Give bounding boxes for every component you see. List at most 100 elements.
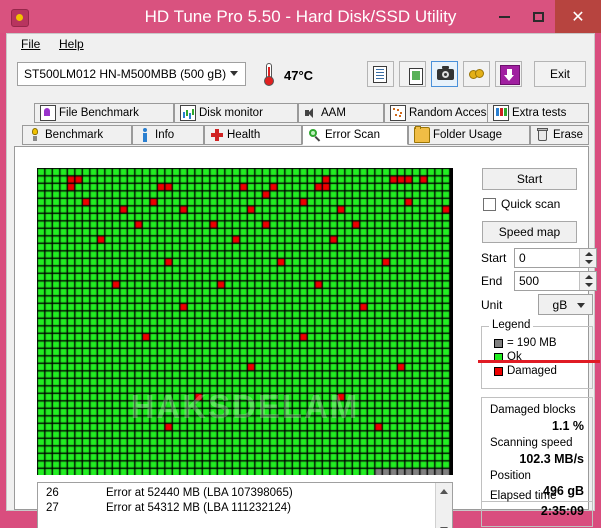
start-button[interactable]: Start (482, 168, 577, 190)
checkbox-icon (483, 197, 496, 211)
hd-tune-window: HD Tune Pro 5.50 - Hard Disk/SSD Utility… (0, 0, 601, 528)
tab-benchmark-label: Benchmark (45, 129, 104, 141)
tab-disk-monitor[interactable]: Disk monitor (174, 103, 298, 123)
error-index: 27 (46, 502, 59, 514)
info-icon (138, 128, 152, 142)
legend-blocksize-label: = 190 MB (507, 337, 557, 349)
tab-aam[interactable]: AAM (298, 103, 384, 123)
scanning-speed-value: 102.3 MB/s (519, 452, 584, 466)
folder-icon (414, 126, 430, 143)
exit-button[interactable]: Exit (534, 61, 586, 87)
scroll-up-icon[interactable] (436, 483, 452, 499)
tab-folder-usage[interactable]: Folder Usage (408, 125, 530, 145)
start-field-row: Start 0 (481, 248, 597, 268)
menu-file[interactable]: File (17, 37, 44, 52)
error-log-list[interactable]: 26 Error at 52440 MB (LBA 107398065) 27 … (37, 482, 453, 528)
tab-aam-label: AAM (321, 107, 346, 119)
minimize-button[interactable] (487, 0, 521, 33)
menu-help[interactable]: Help (55, 37, 88, 52)
quick-scan-label: Quick scan (501, 197, 561, 211)
unit-select[interactable]: gB (537, 294, 593, 315)
scanning-speed-label: Scanning speed (490, 437, 573, 449)
magnifier-icon (308, 128, 322, 142)
tab-benchmark[interactable]: Benchmark (22, 125, 132, 145)
toolbar: ST500LM012 HN-M500MBB (500 gB) 47°C Exit (7, 55, 594, 98)
tab-error-scan[interactable]: Error Scan (302, 125, 408, 145)
start-field-label: Start (481, 251, 507, 265)
health-cross-icon (210, 128, 224, 142)
legend-damaged-label: Damaged (507, 365, 557, 377)
table-row[interactable]: 26 Error at 52440 MB (LBA 107398065) (38, 487, 452, 502)
damaged-blocks-label: Damaged blocks (490, 404, 576, 416)
position-label: Position (490, 470, 531, 482)
tab-file-benchmark-label: File Benchmark (59, 107, 139, 119)
download-arrow-icon (500, 65, 520, 85)
error-log-scrollbar[interactable] (435, 483, 452, 528)
coins-icon (469, 69, 485, 80)
copy-text-button[interactable] (367, 61, 394, 87)
title-bar: HD Tune Pro 5.50 - Hard Disk/SSD Utility… (0, 0, 601, 33)
tab-info[interactable]: Info (132, 125, 204, 145)
red-swatch-icon (494, 366, 503, 376)
speed-map-button[interactable]: Speed map (482, 221, 577, 243)
end-field-label: End (481, 274, 503, 288)
screenshot-button[interactable] (431, 61, 458, 87)
close-icon: ✕ (571, 7, 585, 26)
damaged-blocks-value: 1.1 % (552, 419, 584, 433)
document-copy-icon (373, 66, 387, 83)
end-input[interactable]: 500 (514, 271, 597, 291)
tab-erase[interactable]: Erase (530, 125, 589, 145)
copy-image-button[interactable] (399, 61, 426, 87)
tab-file-benchmark[interactable]: File Benchmark (34, 103, 174, 123)
gray-swatch-icon (494, 338, 503, 348)
annotation-red-line (478, 360, 600, 363)
tab-strip: File Benchmark Disk monitor AAM Random A… (14, 103, 589, 147)
legend-group: Legend = 190 MB Ok Damaged (478, 319, 600, 389)
trash-icon (536, 128, 550, 142)
tab-disk-monitor-label: Disk monitor (199, 107, 263, 119)
tab-extra-tests-label: Extra tests (512, 107, 567, 119)
speed-map-label: Speed map (498, 225, 561, 239)
error-index: 26 (46, 487, 59, 499)
tab-info-label: Info (155, 129, 175, 141)
scan-block-map[interactable] (37, 168, 453, 475)
start-input[interactable]: 0 (514, 248, 597, 268)
start-spinner[interactable] (579, 249, 596, 267)
disk-monitor-icon (180, 105, 196, 121)
tab-health[interactable]: Health (204, 125, 302, 145)
client-area: File Help ST500LM012 HN-M500MBB (500 gB)… (6, 33, 600, 528)
download-button[interactable] (495, 61, 522, 87)
menu-help-label: Help (59, 37, 84, 51)
benchmark-icon (28, 128, 42, 142)
error-text: Error at 52440 MB (LBA 107398065) (106, 487, 293, 499)
unit-select-value: gB (552, 298, 568, 312)
speaker-icon (304, 106, 318, 120)
legend-title: Legend (489, 319, 534, 331)
end-spinner[interactable] (579, 272, 596, 290)
drive-select-value: ST500LM012 HN-M500MBB (500 gB) (24, 67, 227, 81)
drive-select[interactable]: ST500LM012 HN-M500MBB (500 gB) (17, 62, 246, 86)
thermometer-icon (262, 62, 276, 86)
start-input-value: 0 (519, 251, 526, 265)
tab-health-label: Health (227, 129, 261, 141)
quick-scan-checkbox[interactable]: Quick scan (483, 195, 593, 213)
exit-label: Exit (549, 67, 570, 81)
elapsed-group: Elapsed time 2:35:09 (481, 485, 593, 527)
end-input-value: 500 (519, 274, 540, 288)
file-benchmark-icon (40, 105, 56, 121)
close-button[interactable]: ✕ (555, 0, 601, 33)
unit-label: Unit (481, 297, 503, 312)
start-button-label: Start (516, 172, 543, 186)
maximize-button[interactable] (521, 0, 555, 33)
camera-icon (437, 66, 454, 80)
tab-folder-usage-label: Folder Usage (433, 129, 503, 141)
table-row[interactable]: 27 Error at 54312 MB (LBA 111232124) (38, 502, 452, 517)
registry-button[interactable] (463, 61, 490, 87)
scroll-down-icon[interactable] (436, 521, 452, 528)
tab-extra-tests[interactable]: Extra tests (487, 103, 589, 123)
temperature-value: 47°C (284, 68, 314, 83)
elapsed-time-value: 2:35:09 (540, 504, 584, 518)
chevron-down-icon (577, 303, 585, 308)
error-text: Error at 54312 MB (LBA 111232124) (106, 502, 291, 514)
unit-row: Unit gB (481, 294, 593, 315)
